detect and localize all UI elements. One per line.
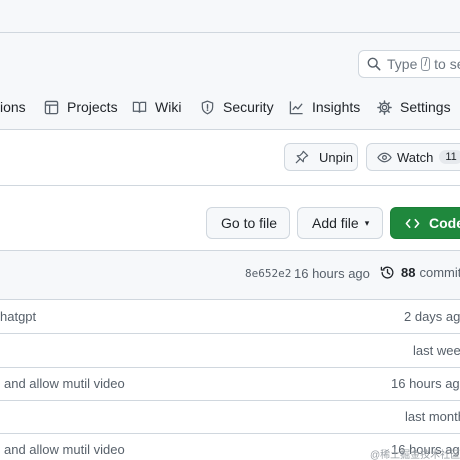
tab-insights-label: Insights xyxy=(312,99,361,115)
table-row[interactable]: and allow mutil video 16 hours ago xyxy=(0,367,460,401)
search-input[interactable]: Type / to sea xyxy=(358,50,460,78)
add-file-label: Add file xyxy=(312,215,359,231)
tab-security[interactable]: Security xyxy=(200,99,274,115)
commit-age: last week xyxy=(413,343,460,358)
top-bar xyxy=(0,0,460,33)
code-button[interactable]: Code xyxy=(390,207,460,239)
tab-insights[interactable]: Insights xyxy=(289,99,360,115)
commit-age: 2 days ago xyxy=(404,309,460,324)
commit-count: 88 xyxy=(401,265,416,280)
tab-projects-label: Projects xyxy=(67,99,118,115)
commit-message[interactable]: and allow mutil video xyxy=(4,442,125,457)
tab-settings[interactable]: Settings xyxy=(377,99,451,115)
commit-age: last month xyxy=(405,409,460,424)
book-icon xyxy=(132,101,147,113)
code-icon xyxy=(405,218,420,228)
search-shortcut-key: / xyxy=(421,57,431,71)
tab-actions-label: ions xyxy=(0,99,26,115)
shield-icon xyxy=(201,99,214,114)
commits-label: commits xyxy=(419,265,460,280)
repo-actions-row: Unpin Watch 11 ▾ xyxy=(0,129,460,186)
tab-wiki[interactable]: Wiki xyxy=(132,99,181,115)
commit-time: 16 hours ago xyxy=(294,266,370,281)
tab-settings-label: Settings xyxy=(400,99,451,115)
file-toolbar: Go to file Add file ▾ Code xyxy=(0,186,460,251)
tab-actions[interactable]: ions xyxy=(0,99,26,115)
commit-age: 16 hours ago xyxy=(391,376,460,391)
unpin-button[interactable]: Unpin xyxy=(284,143,358,171)
commit-message[interactable]: and allow mutil video xyxy=(4,376,125,391)
github-repo-page: Type / to sea ions Projects Wiki Securit… xyxy=(0,0,460,460)
graph-icon xyxy=(289,100,303,114)
repo-header: Type / to sea ions Projects Wiki Securit… xyxy=(0,33,460,130)
code-label: Code xyxy=(429,215,460,231)
commit-message[interactable]: hatgpt xyxy=(0,309,36,324)
table-icon xyxy=(44,100,59,114)
latest-commit-bar: 8e652e2 16 hours ago 88 commits xyxy=(0,251,460,300)
search-placeholder: Type xyxy=(387,56,418,72)
go-to-file-label: Go to file xyxy=(221,215,278,231)
table-row[interactable]: last week xyxy=(0,334,460,368)
eye-icon xyxy=(377,152,392,162)
unpin-label: Unpin xyxy=(319,149,353,165)
caret-down-icon: ▾ xyxy=(364,217,370,228)
table-row[interactable]: last month xyxy=(0,400,460,434)
gear-icon xyxy=(377,99,392,115)
watch-count: 11 xyxy=(439,150,460,164)
commit-history-link[interactable]: 88 commits xyxy=(380,265,460,280)
watermark: @稀土掘金技术社区 xyxy=(370,450,460,460)
table-row[interactable]: hatgpt 2 days ago xyxy=(0,300,460,334)
tab-projects[interactable]: Projects xyxy=(44,99,118,115)
pin-icon xyxy=(295,150,309,164)
search-icon xyxy=(367,57,381,71)
watch-button[interactable]: Watch 11 ▾ xyxy=(366,143,460,171)
history-icon xyxy=(380,266,394,279)
commit-hash-link[interactable]: 8e652e2 xyxy=(245,267,291,280)
search-placeholder-suffix: to sea xyxy=(434,56,460,72)
tab-wiki-label: Wiki xyxy=(155,99,182,115)
go-to-file-button[interactable]: Go to file xyxy=(206,207,290,239)
tab-security-label: Security xyxy=(223,99,274,115)
repo-nav: ions Projects Wiki Security Insights Set… xyxy=(0,99,460,123)
watch-label: Watch xyxy=(397,149,434,165)
add-file-button[interactable]: Add file ▾ xyxy=(297,207,383,239)
